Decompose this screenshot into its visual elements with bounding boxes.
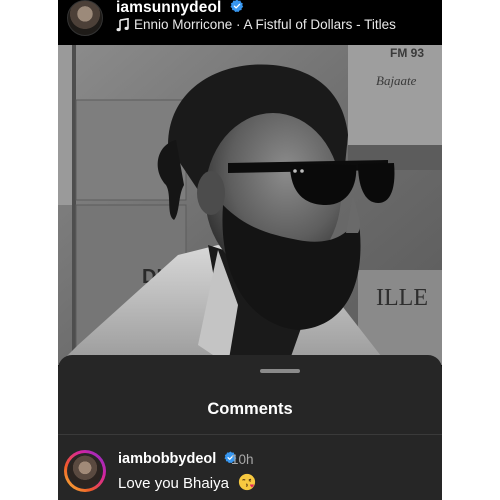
post-photo[interactable]: FM 93 Bajaate DI ILLE — [58, 45, 442, 365]
commenter-username[interactable]: iambobbydeol — [118, 451, 237, 467]
post-username[interactable]: iamsunnydeol — [116, 0, 244, 17]
verified-badge-icon — [230, 0, 244, 12]
comments-divider — [58, 434, 442, 435]
comments-title: Comments — [207, 400, 293, 418]
post-username-text: iamsunnydeol — [116, 0, 222, 16]
commenter-avatar — [69, 455, 101, 487]
post-photo-image: FM 93 Bajaate DI ILLE — [58, 45, 442, 365]
backdrop-sign-script: Bajaate — [376, 73, 417, 88]
comment-text: Love you Bhaiya — [118, 475, 229, 492]
commenter-avatar-story-ring[interactable] — [64, 450, 106, 492]
instagram-post-screen: iamsunnydeol Ennio Morricone · A Fistful… — [58, 0, 442, 500]
comment-text-row: Love you Bhaiya — [118, 473, 256, 492]
comment-timestamp: 10h — [231, 452, 254, 467]
comments-sheet: Comments iambobbydeol 10h Love you Bhaiy… — [58, 355, 442, 500]
post-header: iamsunnydeol Ennio Morricone · A Fistful… — [58, 0, 442, 45]
music-note-icon — [116, 18, 129, 32]
backdrop-sign-right: ILLE — [376, 285, 428, 311]
kissing-heart-emoji-icon — [238, 473, 256, 491]
post-author-avatar[interactable] — [67, 0, 103, 36]
sheet-drag-handle[interactable] — [260, 369, 300, 373]
song-title[interactable]: Ennio Morricone · A Fistful of Dollars -… — [134, 17, 396, 32]
backdrop-sign-top: FM 93 — [390, 46, 424, 60]
commenter-username-text: iambobbydeol — [118, 451, 217, 467]
